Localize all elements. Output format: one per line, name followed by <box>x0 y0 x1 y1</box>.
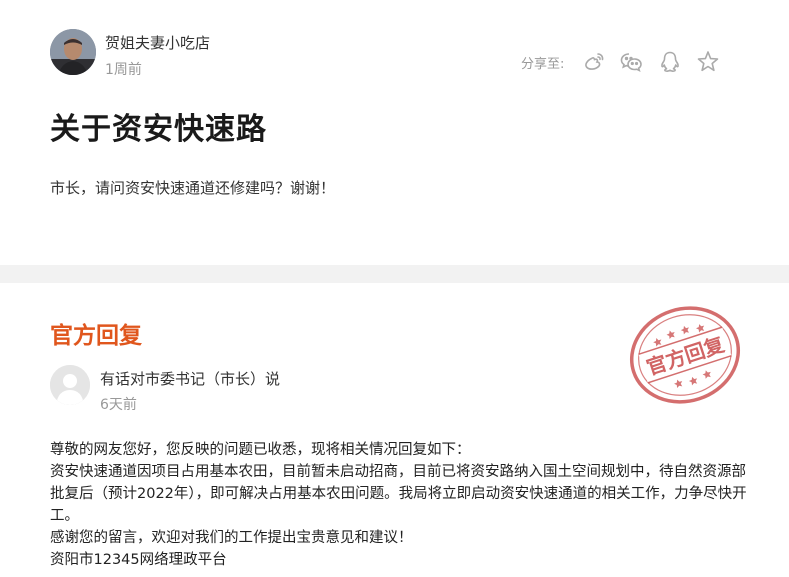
author-name[interactable]: 贺姐夫妻小吃店 <box>105 32 210 53</box>
post-body: 市长，请问资安快速通道还修建吗？谢谢！ <box>50 179 336 197</box>
post-time: 1周前 <box>105 62 142 78</box>
official-reply-heading: 官方回复 <box>50 323 142 349</box>
star-icon[interactable] <box>694 48 722 76</box>
reply-paragraph: 资安快速通道因项目占用基本农田，目前暂未启动招商，目前已将资安路纳入国土空间规划… <box>50 464 747 524</box>
weibo-icon[interactable] <box>580 48 608 76</box>
reply-paragraph: 感谢您的留言，欢迎对我们的工作提出宝贵意见和建议！ <box>50 530 413 546</box>
official-reply-stamp: 官方回复 <box>626 303 744 407</box>
section-divider <box>0 265 789 283</box>
post-section: 贺姐夫妻小吃店 1周前 分享至: 关于资安快速路 市长，请问资安快速通道还修建吗… <box>0 0 789 265</box>
official-reply-section: 官方回复 官方回复 有话对市委书记（市长）说 6天前 尊敬的网友您好，您反映的问… <box>0 283 789 577</box>
replier-name[interactable]: 有话对市委书记（市长）说 <box>100 368 280 389</box>
qq-icon[interactable] <box>656 48 684 76</box>
wechat-icon[interactable] <box>618 48 646 76</box>
share-label: 分享至: <box>521 56 565 72</box>
reply-body: 尊敬的网友您好，您反映的问题已收悉，现将相关情况回复如下： 资安快速通道因项目占… <box>50 439 750 571</box>
reply-time: 6天前 <box>100 397 137 413</box>
post-title: 关于资安快速路 <box>50 112 267 147</box>
author-avatar[interactable] <box>50 29 96 75</box>
reply-paragraph: 资阳市12345网络理政平台 <box>50 552 227 568</box>
replier-avatar[interactable] <box>50 365 90 405</box>
share-bar: 分享至: <box>521 48 722 76</box>
reply-paragraph: 尊敬的网友您好，您反映的问题已收悉，现将相关情况回复如下： <box>50 442 471 458</box>
